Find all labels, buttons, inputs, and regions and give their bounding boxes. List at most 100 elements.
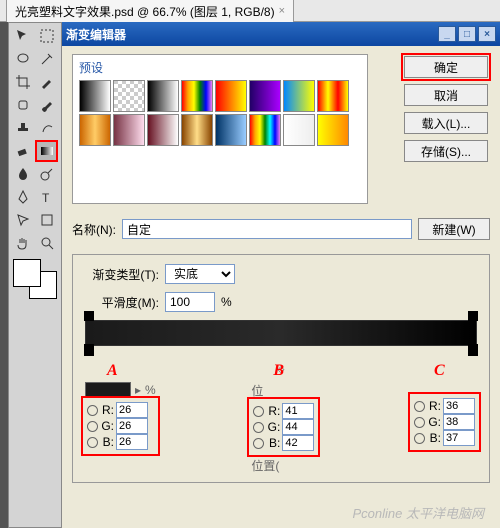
preset-swatch[interactable]	[113, 114, 145, 146]
preset-swatch[interactable]	[283, 114, 315, 146]
preset-swatch[interactable]	[317, 114, 349, 146]
gradient-settings-panel: 渐变类型(T): 实底 平滑度(M): % ◇ A ▸%	[72, 254, 490, 483]
b-g-input[interactable]	[282, 419, 314, 435]
healing-tool[interactable]	[11, 94, 34, 116]
a-r-input[interactable]	[116, 402, 148, 418]
close-button[interactable]: ×	[478, 26, 496, 42]
wand-tool[interactable]	[35, 48, 58, 70]
document-tab-bar: 光亮塑料文字效果.psd @ 66.7% (图层 1, RGB/8) ×	[0, 0, 500, 22]
ok-button[interactable]: 确定	[404, 56, 488, 78]
preset-swatch[interactable]	[181, 80, 213, 112]
history-brush-tool[interactable]	[35, 117, 58, 139]
radio-r[interactable]	[253, 406, 264, 417]
radio-b[interactable]	[414, 433, 425, 444]
dialog-title: 渐变编辑器	[66, 26, 436, 43]
position-label: 位置(	[251, 457, 279, 474]
lasso-tool[interactable]	[11, 48, 34, 70]
stamp-tool[interactable]	[11, 117, 34, 139]
preset-swatch[interactable]	[79, 114, 111, 146]
preset-swatch[interactable]	[215, 114, 247, 146]
zoom-tool[interactable]	[35, 232, 58, 254]
rgb-group-b: B 位 R: G: B: 位置(	[251, 380, 316, 474]
cancel-button[interactable]: 取消	[404, 84, 488, 106]
preset-swatch[interactable]	[283, 80, 315, 112]
radio-b[interactable]	[87, 437, 98, 448]
crop-tool[interactable]	[11, 71, 34, 93]
new-button[interactable]: 新建(W)	[418, 218, 490, 240]
color-stop-right[interactable]	[468, 344, 478, 356]
preset-swatch[interactable]	[215, 80, 247, 112]
b-b-input[interactable]	[282, 435, 314, 451]
name-row: 名称(N): 新建(W)	[72, 218, 490, 240]
foreground-swatch[interactable]	[13, 259, 41, 287]
preset-swatch[interactable]	[147, 80, 179, 112]
name-label: 名称(N):	[72, 221, 116, 238]
b-r-input[interactable]	[282, 403, 314, 419]
pen-tool[interactable]	[11, 186, 34, 208]
radio-b[interactable]	[253, 438, 264, 449]
type-label: 渐变类型(T):	[81, 266, 159, 283]
brush-tool[interactable]	[35, 94, 58, 116]
color-stop-left[interactable]	[84, 344, 94, 356]
a-b-input[interactable]	[116, 434, 148, 450]
opacity-stop-left[interactable]	[84, 311, 94, 321]
dialog-side-buttons: 确定 取消 载入(L)... 存储(S)...	[404, 56, 488, 162]
opacity-stop-right[interactable]	[468, 311, 478, 321]
radio-r[interactable]	[414, 401, 425, 412]
presets-panel: 预设	[72, 54, 368, 204]
pos-short-label: 位	[251, 382, 263, 399]
eraser-tool[interactable]	[11, 140, 34, 162]
c-g-input[interactable]	[443, 414, 475, 430]
rgb-group-c: C R: G: B:	[412, 380, 477, 474]
color-swatches[interactable]	[13, 259, 57, 299]
toolbox: T	[8, 22, 62, 528]
gradient-tool[interactable]	[35, 140, 58, 162]
radio-g[interactable]	[414, 417, 425, 428]
preset-swatch[interactable]	[249, 114, 281, 146]
annotation-b: B	[273, 362, 284, 380]
type-select[interactable]: 实底	[165, 264, 235, 284]
preset-swatch[interactable]	[147, 114, 179, 146]
presets-label: 预设	[79, 59, 361, 76]
document-tab[interactable]: 光亮塑料文字效果.psd @ 66.7% (图层 1, RGB/8) ×	[6, 0, 294, 23]
preset-swatch[interactable]	[113, 80, 145, 112]
tab-filename: 光亮塑料文字效果.psd @ 66.7% (图层 1, RGB/8)	[15, 3, 275, 20]
move-tool[interactable]	[11, 25, 34, 47]
dodge-tool[interactable]	[35, 163, 58, 185]
annotation-a: A	[107, 362, 118, 380]
marquee-tool[interactable]	[35, 25, 58, 47]
load-button[interactable]: 载入(L)...	[404, 112, 488, 134]
left-dock: T	[0, 22, 62, 528]
color-chip[interactable]	[85, 382, 131, 398]
type-tool[interactable]: T	[35, 186, 58, 208]
percent-label: %	[221, 295, 232, 309]
gradient-bar[interactable]: ◇	[85, 320, 477, 346]
preset-swatch[interactable]	[181, 114, 213, 146]
preset-swatch[interactable]	[249, 80, 281, 112]
name-input[interactable]	[122, 219, 412, 239]
preset-grid	[79, 80, 359, 146]
smooth-input[interactable]	[165, 292, 215, 312]
path-tool[interactable]	[11, 209, 34, 231]
a-g-input[interactable]	[116, 418, 148, 434]
preset-swatch[interactable]	[317, 80, 349, 112]
annotation-c: C	[434, 362, 445, 380]
c-b-input[interactable]	[443, 430, 475, 446]
save-button[interactable]: 存储(S)...	[404, 140, 488, 162]
radio-g[interactable]	[253, 422, 264, 433]
c-r-input[interactable]	[443, 398, 475, 414]
radio-r[interactable]	[87, 405, 98, 416]
blur-tool[interactable]	[11, 163, 34, 185]
close-icon[interactable]: ×	[279, 5, 285, 17]
watermark: Pconline 太平洋电脑网	[353, 503, 484, 522]
rgb-groups: A ▸% R: G: B: B 位 R: G: B:	[81, 380, 481, 474]
hand-tool[interactable]	[11, 232, 34, 254]
maximize-button[interactable]: □	[458, 26, 476, 42]
preset-swatch[interactable]	[79, 80, 111, 112]
dialog-titlebar[interactable]: 渐变编辑器 _ □ ×	[62, 22, 500, 46]
svg-text:T: T	[42, 191, 50, 205]
radio-g[interactable]	[87, 421, 98, 432]
shape-tool[interactable]	[35, 209, 58, 231]
minimize-button[interactable]: _	[438, 26, 456, 42]
eyedropper-tool[interactable]	[35, 71, 58, 93]
